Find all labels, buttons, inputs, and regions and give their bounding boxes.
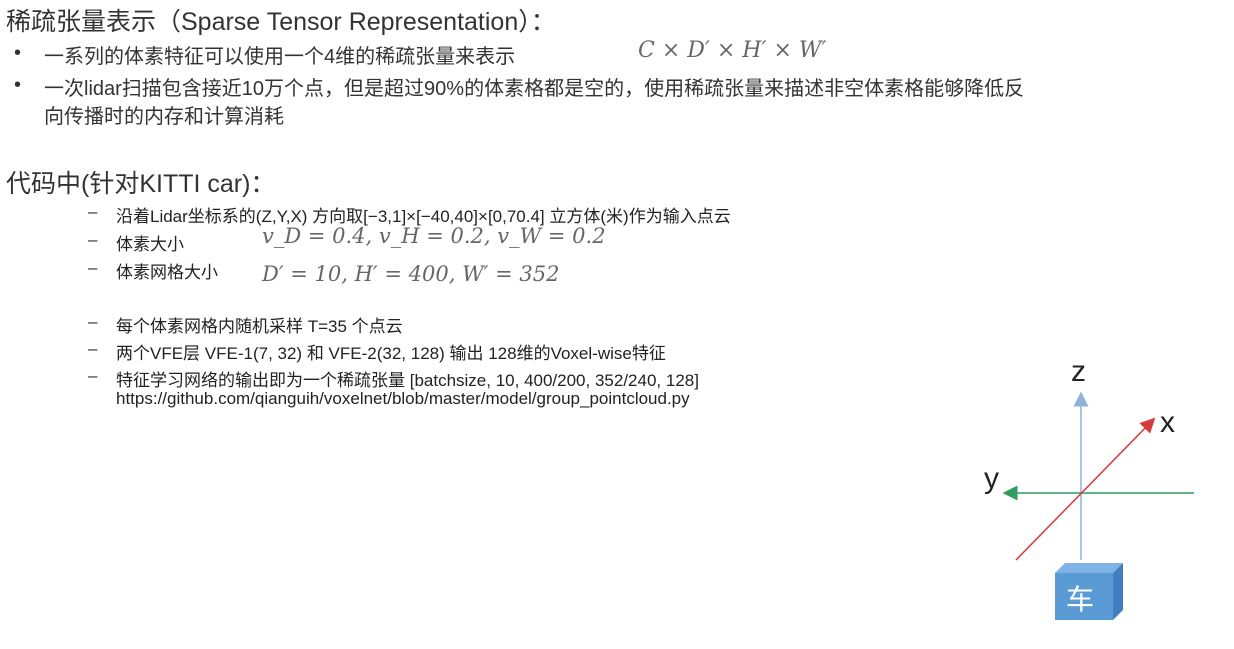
dash-marker: –: [88, 258, 98, 277]
bullet-text-2-line2: 向传播时的内存和计算消耗: [44, 106, 284, 128]
dash-marker: –: [88, 339, 98, 358]
z-axis-label: z: [1071, 355, 1086, 388]
formula-voxel-size: v_D = 0.4, v_H = 0.2, v_W = 0.2: [262, 224, 606, 248]
bullet-dot: •: [14, 42, 22, 64]
formula-tensor-shape: C × D′ × H′ × W′: [638, 38, 827, 63]
y-axis-label: y: [984, 462, 999, 495]
coordinate-axes-diagram: [1002, 391, 1194, 620]
item-sampling: 每个体素网格内随机采样 T=35 个点云: [116, 317, 403, 336]
bullet-dot: •: [14, 74, 22, 96]
github-link[interactable]: https://github.com/qianguih/voxelnet/blo…: [116, 389, 690, 409]
item-vfe-layers: 两个VFE层 VFE-1(7, 32) 和 VFE-2(32, 128) 输出 …: [116, 344, 666, 363]
dash-marker: –: [88, 230, 98, 249]
item-voxel-size: 体素大小: [116, 235, 184, 254]
car-cube-label: 车: [1066, 583, 1095, 616]
dash-marker: –: [88, 366, 98, 385]
bullet-text-2-line1: 一次lidar扫描包含接近10万个点，但是超过90%的体素格都是空的，使用稀疏张…: [44, 78, 1025, 100]
item-output-tensor: 特征学习网络的输出即为一个稀疏张量 [batchsize, 10, 400/20…: [116, 371, 699, 390]
dash-marker: –: [88, 202, 98, 221]
x-axis-line: [1015, 417, 1156, 561]
x-axis-label: x: [1160, 406, 1175, 439]
section-title-code: 代码中(针对KITTI car)：: [6, 170, 276, 198]
item-voxel-grid-size: 体素网格大小: [116, 263, 218, 282]
bullet-text-1: 一系列的体素特征可以使用一个4维的稀疏张量来表示: [44, 46, 516, 68]
formula-voxel-grid-size: D′ = 10, H′ = 400, W′ = 352: [262, 262, 560, 286]
dash-marker: –: [88, 312, 98, 331]
section-title-sparse-tensor: 稀疏张量表示（Sparse Tensor Representation）：: [6, 8, 556, 36]
